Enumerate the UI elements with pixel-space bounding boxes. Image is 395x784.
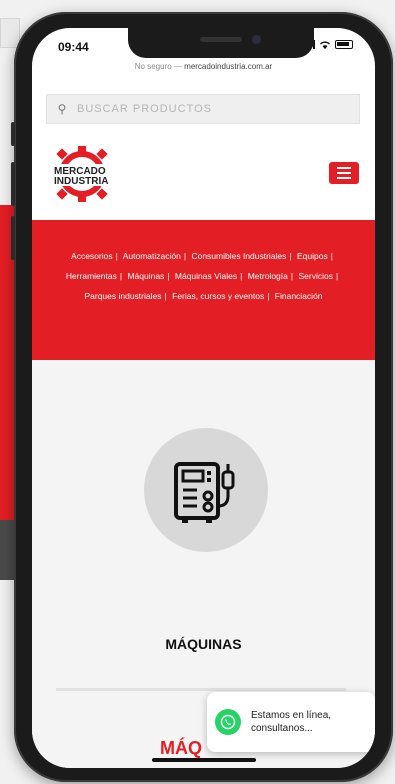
product-title[interactable]: MÁQUINAS — [32, 636, 375, 652]
category-link[interactable]: Financiación — [275, 291, 323, 301]
search-bar[interactable]: ⚲ BUSCAR PRODUCTOS — [46, 94, 360, 124]
menu-icon-bar — [337, 177, 351, 179]
search-icon[interactable]: ⚲ — [47, 102, 77, 116]
machine-icon — [174, 462, 235, 523]
url-domain: mercadoindustria.com.ar — [184, 62, 273, 71]
browser-url-bar[interactable]: No seguro — mercadoindustria.com.ar — [32, 62, 375, 82]
category-link[interactable]: Herramientas — [66, 271, 117, 281]
category-menu: Accesorios | Automatización | Consumibles … — [32, 220, 375, 360]
home-indicator[interactable] — [152, 758, 256, 762]
menu-icon-bar — [337, 167, 351, 169]
category-link[interactable]: Equipos — [297, 251, 328, 261]
whatsapp-icon[interactable] — [215, 709, 241, 735]
category-link[interactable]: Consumibles Industriales — [191, 251, 286, 261]
phone-volume-up-button — [11, 162, 15, 206]
category-link[interactable]: Máquinas — [127, 271, 164, 281]
search-input[interactable]: BUSCAR PRODUCTOS — [77, 103, 359, 115]
category-link[interactable]: Parques industriales — [84, 291, 161, 301]
logo-line2: INDUSTRIA — [54, 176, 109, 187]
phone-volume-down-button — [11, 216, 15, 260]
category-link[interactable]: Máquinas Viales — [175, 271, 237, 281]
product-category-card[interactable] — [144, 428, 268, 552]
url-security-label: No seguro — — [134, 62, 182, 71]
category-separator: | — [167, 271, 170, 281]
category-link[interactable]: Accesorios — [71, 251, 113, 261]
phone-frame: 09:44 No seguro — mercadoindustria.com.a… — [11, 12, 393, 782]
section-heading: MÁQ — [160, 738, 202, 758]
category-separator: | — [330, 251, 333, 261]
chat-widget[interactable]: Estamos en línea, consultanos... — [207, 692, 375, 752]
category-separator: | — [290, 271, 294, 281]
category-separator: | — [289, 251, 292, 261]
category-link[interactable]: Automatización — [123, 251, 181, 261]
category-link[interactable]: Metrología — [248, 271, 288, 281]
phone-notch — [128, 28, 314, 58]
category-link[interactable]: Servicios — [298, 271, 332, 281]
camera — [252, 35, 261, 44]
chat-message: Estamos en línea, consultanos... — [251, 710, 332, 734]
category-separator: | — [335, 271, 339, 281]
status-time: 09:44 — [58, 40, 89, 54]
menu-button[interactable] — [329, 162, 359, 184]
speaker — [200, 37, 242, 42]
section-divider — [56, 688, 346, 691]
category-separator: | — [115, 251, 118, 261]
category-separator: | — [240, 271, 243, 281]
category-separator: | — [119, 271, 123, 281]
phone-handset-icon — [220, 714, 236, 730]
category-separator: | — [267, 291, 270, 301]
battery-icon — [335, 40, 353, 49]
category-link[interactable]: Ferias, cursos y eventos — [172, 291, 264, 301]
phone-mute-button — [11, 122, 15, 146]
logo-text[interactable]: MERCADO INDUSTRIA — [54, 167, 108, 187]
category-separator: | — [183, 251, 187, 261]
phone-screen: 09:44 No seguro — mercadoindustria.com.a… — [32, 28, 375, 768]
category-separator: | — [164, 291, 167, 301]
menu-icon-bar — [337, 172, 351, 174]
wifi-icon — [320, 41, 330, 49]
